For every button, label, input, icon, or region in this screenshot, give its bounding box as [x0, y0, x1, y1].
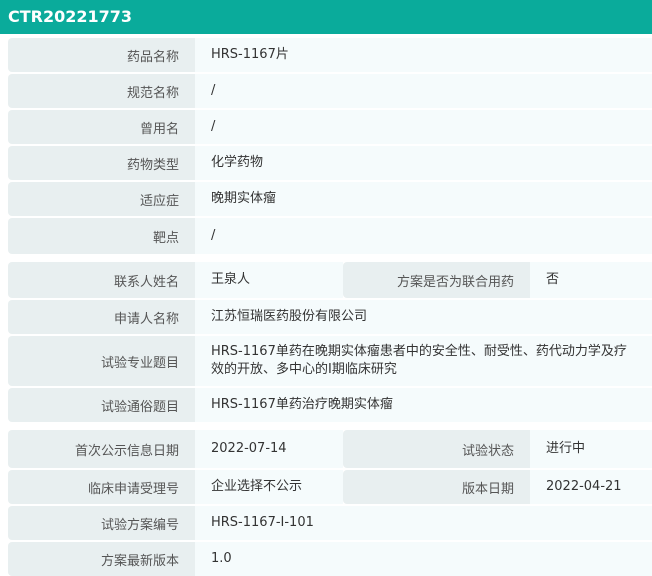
row-drug-name: 药品名称 HRS-1167片 [8, 38, 652, 72]
field-value: 2022-04-21 [530, 470, 652, 504]
field-label: 适应症 [8, 182, 195, 216]
field-value: 1.0 [195, 542, 652, 576]
field-label: 方案是否为联合用药 [343, 262, 530, 298]
field-label: 药品名称 [8, 38, 195, 72]
field-label: 药物类型 [8, 146, 195, 180]
field-label: 申请人名称 [8, 300, 195, 334]
field-value: HRS-1167单药在晚期实体瘤患者中的安全性、耐受性、药代动力学及疗效的开放、… [195, 336, 652, 386]
row-former-name: 曾用名 / [8, 110, 652, 144]
field-label: 试验专业题目 [8, 336, 195, 386]
field-label: 版本日期 [343, 470, 530, 504]
row-target: 靶点 / [8, 218, 652, 254]
row-acceptance-number: 临床申请受理号 企业选择不公示 版本日期 2022-04-21 [8, 470, 652, 504]
field-value: / [195, 74, 652, 108]
row-protocol-number: 试验方案编号 HRS-1167-I-101 [8, 506, 652, 540]
field-label: 首次公示信息日期 [8, 430, 195, 468]
field-value: 王泉人 [195, 262, 343, 298]
field-value: 否 [530, 262, 652, 298]
field-label: 联系人姓名 [8, 262, 195, 298]
row-public-title: 试验通俗题目 HRS-1167单药治疗晚期实体瘤 [8, 388, 652, 422]
row-protocol-version: 方案最新版本 1.0 [8, 542, 652, 576]
field-label: 临床申请受理号 [8, 470, 195, 504]
drug-info-group: 药品名称 HRS-1167片 规范名称 / 曾用名 / 药物类型 化学药物 适应症 晚期实… [8, 38, 652, 254]
field-value: 进行中 [530, 430, 652, 468]
row-first-publication: 首次公示信息日期 2022-07-14 试验状态 进行中 [8, 430, 652, 468]
field-value: HRS-1167片 [195, 38, 652, 72]
applicant-group: 联系人姓名 王泉人 方案是否为联合用药 否 申请人名称 江苏恒瑞医药股份有限公司 … [8, 262, 652, 422]
field-value: 化学药物 [195, 146, 652, 180]
field-label: 曾用名 [8, 110, 195, 144]
field-label: 试验通俗题目 [8, 388, 195, 422]
field-label: 方案最新版本 [8, 542, 195, 576]
field-value: HRS-1167-I-101 [195, 506, 652, 540]
trial-info-group: 首次公示信息日期 2022-07-14 试验状态 进行中 临床申请受理号 企业选… [8, 430, 652, 576]
field-value: / [195, 110, 652, 144]
row-standard-name: 规范名称 / [8, 74, 652, 108]
row-scientific-title: 试验专业题目 HRS-1167单药在晚期实体瘤患者中的安全性、耐受性、药代动力学及… [8, 336, 652, 386]
field-value: HRS-1167单药治疗晚期实体瘤 [195, 388, 652, 422]
row-drug-type: 药物类型 化学药物 [8, 146, 652, 180]
row-contact: 联系人姓名 王泉人 方案是否为联合用药 否 [8, 262, 652, 298]
row-applicant: 申请人名称 江苏恒瑞医药股份有限公司 [8, 300, 652, 334]
field-label: 规范名称 [8, 74, 195, 108]
field-value: 企业选择不公示 [195, 470, 343, 504]
field-value: 江苏恒瑞医药股份有限公司 [195, 300, 652, 334]
field-value: 晚期实体瘤 [195, 182, 652, 216]
field-label: 靶点 [8, 218, 195, 254]
row-indication: 适应症 晚期实体瘤 [8, 182, 652, 216]
field-value: / [195, 218, 652, 254]
trial-id-header: CTR20221773 [0, 0, 652, 34]
field-label: 试验方案编号 [8, 506, 195, 540]
field-value: 2022-07-14 [195, 430, 343, 468]
field-label: 试验状态 [343, 430, 530, 468]
